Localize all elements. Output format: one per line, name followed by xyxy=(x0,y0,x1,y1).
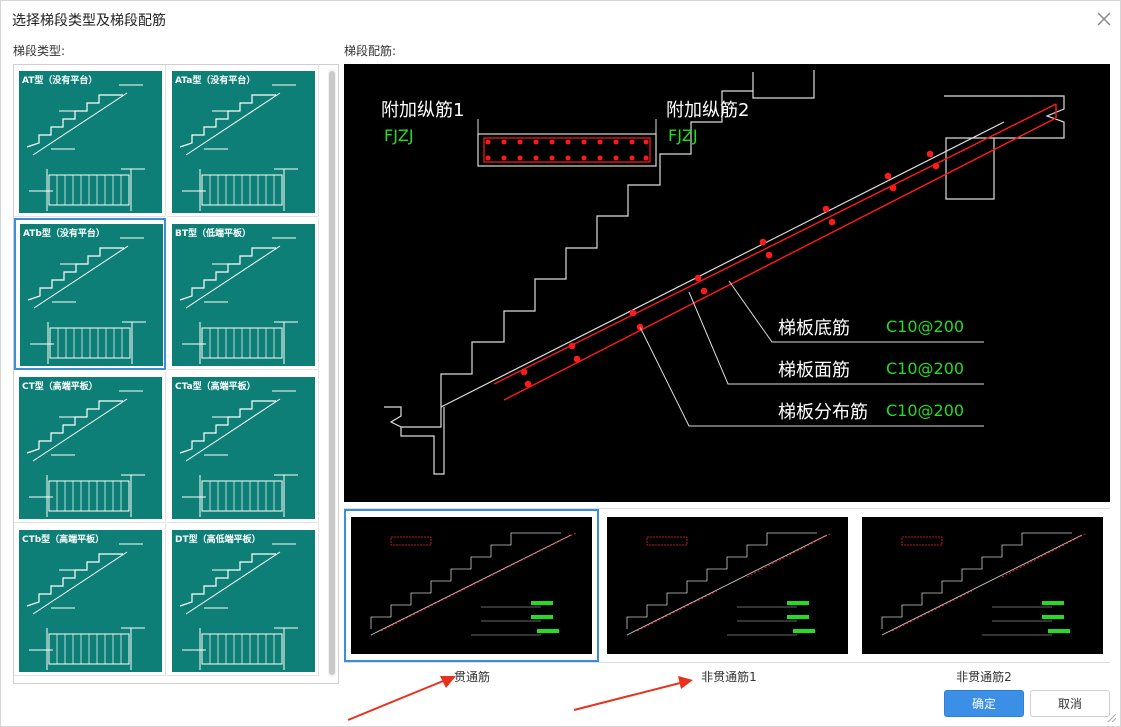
stair-type-name: ATa型（没有平台） xyxy=(175,76,256,86)
stair-type-name: AT型（没有平台） xyxy=(22,76,98,86)
top-bar-spec: C10@200 xyxy=(886,359,964,378)
stair-type-name: BT型（低端平板） xyxy=(175,229,251,239)
stair-sketch xyxy=(179,543,298,670)
extra-bar-2-code: FJZJ xyxy=(668,126,698,145)
stair-type-thumbnail: DT型（高低端平板） xyxy=(172,530,315,672)
rebar-option-caption: 贯通筋 xyxy=(453,670,490,684)
stair-sketch xyxy=(26,390,145,517)
stair-sketch xyxy=(27,237,146,364)
ok-button[interactable]: 确定 xyxy=(944,690,1024,717)
stair-type-thumbnail: CTb型（高端平板） xyxy=(19,530,162,672)
resize-grip-icon[interactable] xyxy=(1105,711,1117,723)
rebar-option-thumbnail xyxy=(351,517,592,654)
rebar-option-caption: 非贯通筋1 xyxy=(701,670,757,684)
bottom-bar-label: 梯板底筋 xyxy=(778,318,850,339)
stair-type-thumbnail: ATb型（没有平台） xyxy=(20,224,163,366)
rebar-sketch xyxy=(626,532,833,636)
stair-sketch xyxy=(179,390,298,517)
stair-type-ctb[interactable]: CTb型（高端平板） xyxy=(14,524,166,676)
stair-type-thumbnail: CT型（高端平板） xyxy=(19,377,162,519)
types-label: 梯段类型: xyxy=(13,44,66,58)
extra-bar-1-label: 附加纵筋1 xyxy=(381,100,464,121)
extra-bar-2-label: 附加纵筋2 xyxy=(666,100,749,121)
stair-type-name: CTb型（高端平板） xyxy=(22,535,105,545)
stair-type-ata[interactable]: ATa型（没有平台） xyxy=(167,65,319,217)
rebar-option-through[interactable] xyxy=(344,509,599,662)
stair-type-atb[interactable]: ATb型（没有平台） xyxy=(14,218,166,370)
rebar-sketch xyxy=(881,532,1088,636)
rebar-option-caption: 非贯通筋2 xyxy=(956,670,1012,684)
rebar-preview: 附加纵筋1 FJZJ 附加纵筋2 FJZJ 梯板底筋 C10@200 梯板面筋 … xyxy=(344,64,1110,502)
rebar-sketch xyxy=(370,532,577,636)
bottom-bar-spec: C10@200 xyxy=(886,317,964,336)
dist-bar-spec: C10@200 xyxy=(886,401,964,420)
types-scroll-thumb[interactable] xyxy=(329,71,335,675)
stair-type-bt[interactable]: BT型（低端平板） xyxy=(167,218,319,370)
stair-type-name: CT型（高端平板） xyxy=(22,382,98,392)
stair-sketch xyxy=(26,84,145,211)
stair-type-name: DT型（高低端平板） xyxy=(175,535,261,545)
stair-type-dialog: 选择梯段类型及梯段配筋 梯段类型: 梯段配筋: AT型（没有平台） ATa型（没… xyxy=(0,0,1121,727)
rebar-option-thumbnail xyxy=(607,517,848,654)
stair-type-name: ATb型（没有平台） xyxy=(23,229,105,239)
stair-type-thumbnail: CTa型（高端平板） xyxy=(172,377,315,519)
stair-types-list: AT型（没有平台） ATa型（没有平台） ATb型（没有平台） BT型（低端平板… xyxy=(13,64,339,684)
stair-type-cta[interactable]: CTa型（高端平板） xyxy=(167,371,319,523)
stair-type-ct[interactable]: CT型（高端平板） xyxy=(14,371,166,523)
cancel-button[interactable]: 取消 xyxy=(1030,690,1110,717)
rebar-label: 梯段配筋: xyxy=(344,44,397,58)
rebar-option-non-through-2[interactable] xyxy=(855,509,1110,662)
stair-type-name: CTa型（高端平板） xyxy=(175,382,256,392)
stair-sketch xyxy=(179,237,298,364)
stair-sketch xyxy=(26,543,145,670)
close-icon[interactable] xyxy=(1094,9,1114,29)
rebar-option-non-through-1[interactable] xyxy=(600,509,855,662)
stair-type-at[interactable]: AT型（没有平台） xyxy=(14,65,166,217)
stair-sketch xyxy=(179,84,298,211)
stair-type-dt[interactable]: DT型（高低端平板） xyxy=(167,524,319,676)
dialog-title: 选择梯段类型及梯段配筋 xyxy=(12,13,166,29)
stair-type-thumbnail: AT型（没有平台） xyxy=(19,71,162,213)
top-bar-label: 梯板面筋 xyxy=(778,360,850,381)
dist-bar-label: 梯板分布筋 xyxy=(778,402,868,423)
types-scrollbar[interactable] xyxy=(328,69,336,677)
rebar-options xyxy=(344,508,1110,663)
stair-type-thumbnail: BT型（低端平板） xyxy=(172,224,315,366)
rebar-option-thumbnail xyxy=(862,517,1103,654)
stair-type-thumbnail: ATa型（没有平台） xyxy=(172,71,315,213)
stair-rebar-drawing: 附加纵筋1 FJZJ 附加纵筋2 FJZJ 梯板底筋 C10@200 梯板面筋 … xyxy=(381,70,1065,475)
extra-bar-1-code: FJZJ xyxy=(384,126,414,145)
